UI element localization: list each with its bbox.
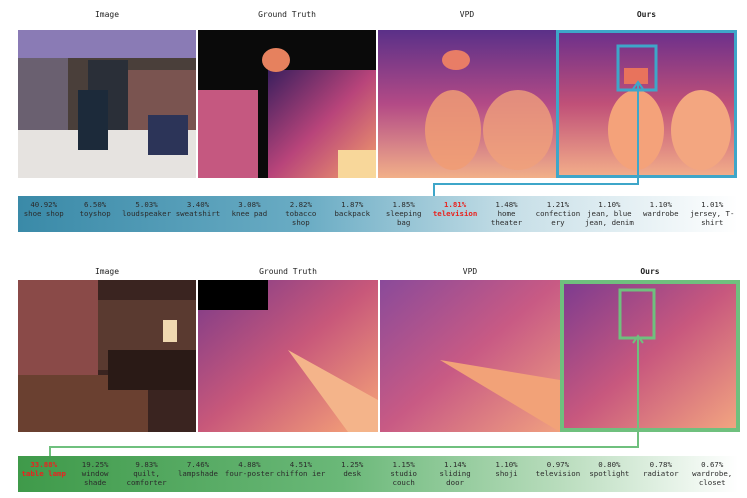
bottom-label-cell: 0.97% television: [535, 460, 581, 478]
bottom-label-cell: 1.15% studio couch: [390, 460, 418, 487]
bottom-label-cell: 1.14% sliding door: [439, 460, 471, 487]
bottom-label-cell: 4.88% four-poster: [224, 460, 274, 478]
bottom-label-cell: 0.67% wardrobe, closet: [692, 460, 733, 487]
bottom-label-cell: 1.10% shoji: [495, 460, 518, 478]
bottom-label-cell-highlight: 33.88% table lamp: [21, 460, 66, 478]
bottom-label-cell: 1.25% desk: [341, 460, 364, 478]
bottom-label-cell: 9.83% quilt, comforter: [126, 460, 167, 487]
bottom-label-cell: 4.51% chiffon ier: [276, 460, 326, 478]
bottom-connector-arrow: [49, 334, 644, 458]
bottom-label-cell: 0.80% spotlight: [589, 460, 630, 478]
bottom-label-cell: 0.78% radiator: [642, 460, 679, 478]
bottom-label-bar: 33.88% table lamp 19.25% window shade 9.83…: [18, 456, 738, 492]
bottom-label-cell: 7.46% lampshade: [177, 460, 218, 478]
bottom-label-cell: 19.25% window shade: [81, 460, 109, 487]
